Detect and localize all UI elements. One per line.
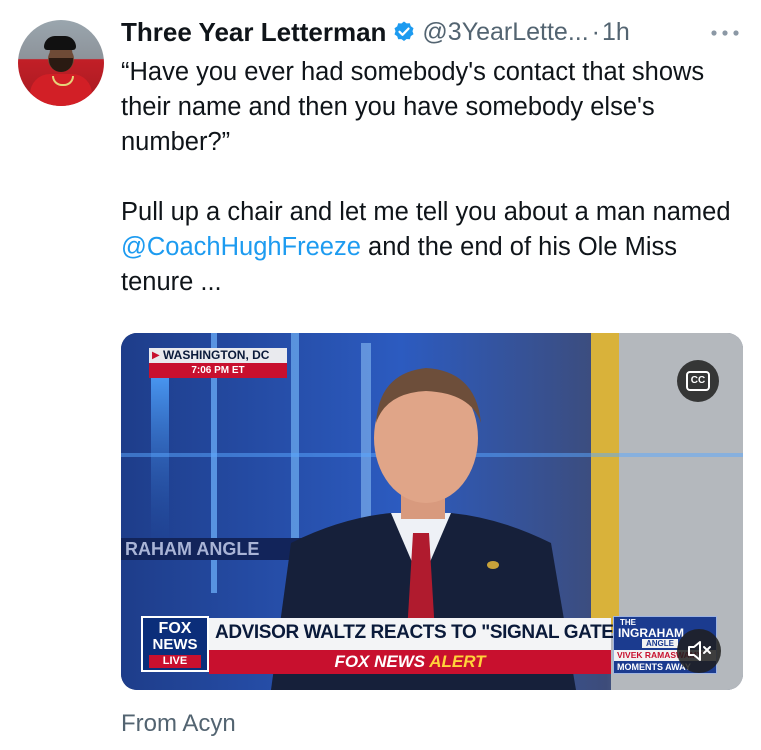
side-banner-text: RAHAM ANGLE [125, 539, 259, 559]
ticker-alert: ALERT [429, 652, 486, 671]
headline-bar: ADVISOR WALTZ REACTS TO "SIGNAL GATE" [209, 618, 623, 650]
headline-text: ADVISOR WALTZ REACTS TO "SIGNAL GATE" [215, 622, 623, 643]
tweet-body-start: Pull up a chair and let me tell you abou… [121, 198, 738, 226]
speaker-muted-icon [688, 641, 711, 661]
ticker-brand: FOX NEWS [334, 652, 426, 671]
video-source-attribution[interactable]: From Acyn [121, 710, 236, 738]
show-angle: ANGLE [642, 639, 678, 648]
timestamp[interactable]: 1h [602, 18, 630, 47]
author-name[interactable]: Three Year Letterman [121, 17, 386, 48]
location-label: WASHINGTON, DC [163, 348, 270, 362]
logo-fox: FOX [158, 620, 192, 637]
alert-ticker: FOX NEWS ALERT [209, 650, 611, 674]
avatar-beard [49, 58, 73, 72]
closed-captions-button[interactable]: CC [677, 360, 719, 402]
tweet-text: “Have you ever had somebody's contact th… [121, 55, 751, 300]
separator-dot: · [591, 17, 600, 46]
mention-link[interactable]: @CoachHughFreeze [121, 233, 361, 261]
tweet-quote: “Have you ever had somebody's contact th… [121, 58, 712, 156]
video-player[interactable]: RAHAM ANGLE ▶ WASHINGTON, DC 7:06 PM ET … [121, 333, 743, 690]
avatar-cap [44, 36, 76, 50]
cc-label: CC [690, 375, 706, 386]
author-avatar[interactable] [18, 20, 104, 106]
logo-news: NEWS [152, 636, 198, 653]
mute-button[interactable] [677, 629, 721, 673]
location-chyron: ▶ WASHINGTON, DC 7:06 PM ET [149, 348, 287, 378]
tweet-header: Three Year Letterman @3YearLette... · 1h [121, 14, 630, 50]
logo-live: LIVE [149, 655, 201, 668]
verified-badge-icon[interactable] [392, 20, 416, 44]
clock-label: 7:06 PM ET [149, 363, 287, 378]
author-handle[interactable]: @3YearLette... [422, 18, 588, 47]
more-dots-icon[interactable] [705, 18, 745, 48]
fox-news-live-logo: FOX NEWS LIVE [141, 616, 209, 672]
